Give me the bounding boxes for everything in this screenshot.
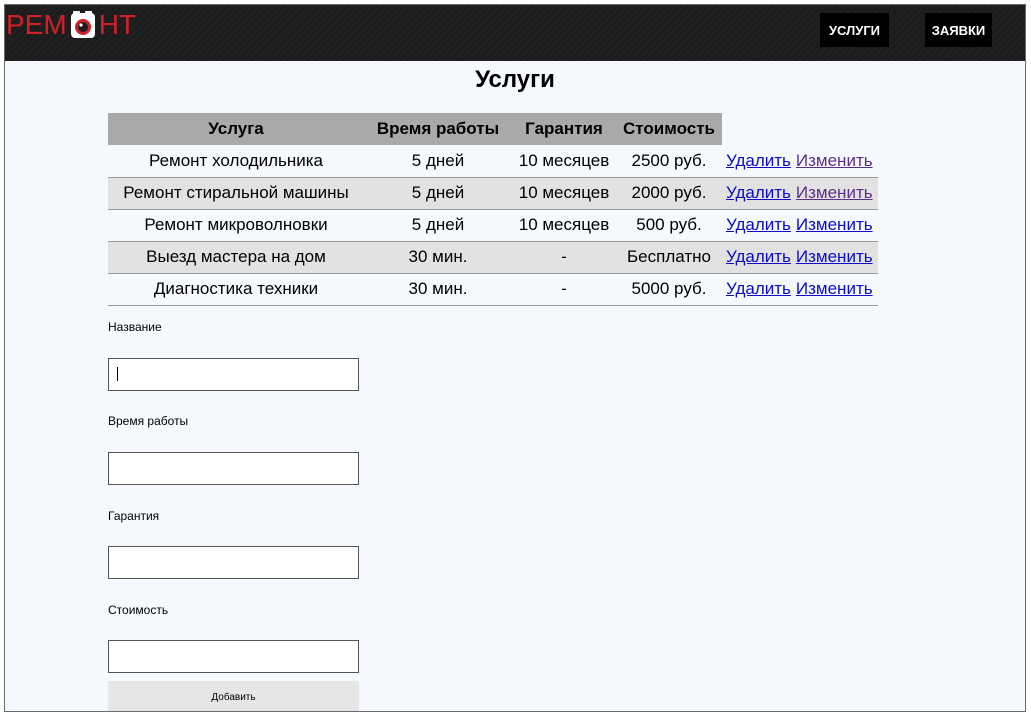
edit-link[interactable]: Изменить [796, 279, 873, 298]
cell-cost: 2000 руб. [616, 177, 722, 210]
edit-link[interactable]: Изменить [796, 151, 873, 170]
table-row: Ремонт стиральной машины 5 дней 10 месяц… [108, 177, 878, 210]
cell-cost: Бесплатно [616, 241, 722, 274]
cell-guarantee: - [512, 241, 616, 274]
washing-machine-logo-icon [70, 11, 95, 38]
cost-label: Стоимость [108, 603, 169, 617]
cost-input[interactable] [108, 640, 359, 673]
cell-edit: Изменить [791, 177, 878, 210]
cell-service-name: Диагностика техники [108, 273, 364, 306]
page-title: Услуги [475, 66, 555, 93]
cell-guarantee: 10 месяцев [512, 209, 616, 242]
table-row: Диагностика техники 30 мин. - 5000 руб. … [108, 273, 878, 306]
guarantee-input[interactable] [108, 546, 359, 579]
table-row: Ремонт микроволновки 5 дней 10 месяцев 5… [108, 209, 878, 242]
name-input[interactable] [108, 358, 359, 391]
table-row: Ремонт холодильника 5 дней 10 месяцев 25… [108, 145, 878, 178]
add-button[interactable]: Добавить [108, 681, 359, 711]
logo-text-left: РЕМ [6, 9, 67, 40]
cell-cost: 2500 руб. [616, 145, 722, 178]
edit-link[interactable]: Изменить [796, 183, 873, 202]
cell-delete: Удалить [722, 177, 792, 210]
cell-time: 5 дней [364, 209, 512, 242]
text-cursor [117, 367, 118, 381]
logo[interactable]: РЕМ НТ [6, 8, 136, 42]
cell-delete: Удалить [722, 209, 792, 242]
cell-service-name: Выезд мастера на дом [108, 241, 364, 274]
column-header-time: Время работы [364, 113, 512, 145]
table-header-row: Услуга Время работы Гарантия Стоимость [108, 113, 878, 145]
app-window: РЕМ НТ УСЛУГИ ЗАЯВКИ Услуги Услуга Время… [4, 4, 1026, 712]
column-header-actions-empty [792, 113, 878, 145]
cell-guarantee: - [512, 273, 616, 306]
cell-edit: Изменить [791, 209, 878, 242]
column-header-cost: Стоимость [616, 113, 722, 145]
delete-link[interactable]: Удалить [726, 215, 791, 234]
cell-guarantee: 10 месяцев [512, 145, 616, 178]
time-label: Время работы [108, 414, 189, 428]
time-input[interactable] [108, 452, 359, 485]
column-header-service: Услуга [108, 113, 364, 145]
cell-time: 5 дней [364, 177, 512, 210]
delete-link[interactable]: Удалить [726, 279, 791, 298]
cell-time: 30 мин. [364, 241, 512, 274]
table-row: Выезд мастера на дом 30 мин. - Бесплатно… [108, 241, 878, 274]
cell-delete: Удалить [722, 273, 792, 306]
edit-link[interactable]: Изменить [796, 215, 873, 234]
cell-edit: Изменить [791, 241, 878, 274]
nav-orders-button[interactable]: ЗАЯВКИ [925, 13, 992, 47]
cell-time: 30 мин. [364, 273, 512, 306]
cell-guarantee: 10 месяцев [512, 177, 616, 210]
cell-service-name: Ремонт холодильника [108, 145, 364, 178]
logo-text-right: НТ [98, 9, 137, 40]
cell-service-name: Ремонт микроволновки [108, 209, 364, 242]
cell-edit: Изменить [791, 145, 878, 178]
column-header-guarantee: Гарантия [512, 113, 616, 145]
cell-time: 5 дней [364, 145, 512, 178]
name-label: Название [108, 320, 162, 334]
cell-delete: Удалить [722, 145, 792, 178]
delete-link[interactable]: Удалить [726, 151, 791, 170]
guarantee-label: Гарантия [108, 509, 160, 523]
nav-services-button[interactable]: УСЛУГИ [820, 13, 889, 47]
top-header: РЕМ НТ УСЛУГИ ЗАЯВКИ [5, 5, 1025, 61]
column-header-actions-empty [722, 113, 792, 145]
delete-link[interactable]: Удалить [726, 247, 791, 266]
cell-service-name: Ремонт стиральной машины [108, 177, 364, 210]
cell-cost: 5000 руб. [616, 273, 722, 306]
edit-link[interactable]: Изменить [796, 247, 873, 266]
services-table: Услуга Время работы Гарантия Стоимость Р… [108, 113, 878, 306]
cell-cost: 500 руб. [616, 209, 722, 242]
cell-delete: Удалить [722, 241, 792, 274]
cell-edit: Изменить [791, 273, 878, 306]
delete-link[interactable]: Удалить [726, 183, 791, 202]
